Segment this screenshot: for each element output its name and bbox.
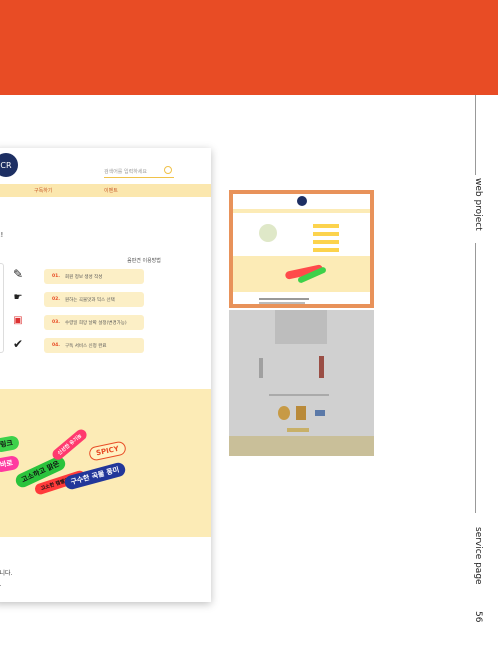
side-label-service-page: service page [473,527,483,585]
top-color-band [0,0,498,95]
footer-text: 습니다. 요. [0,570,13,588]
mockup-nav-bar: 구독하기 이벤트 [0,184,211,197]
mini-step [313,232,339,236]
portfolio-page: CR 검색어를 입력하세요 구독하기 이벤트 요! 음판견 이용방법 ✎ 01.… [0,0,498,646]
nav-item-event[interactable]: 이벤트 [104,187,118,194]
step-item: 03. 수령일 희망 날짜 설정(변경가능) [44,315,144,330]
page-thumbnail[interactable] [229,310,374,456]
side-label-web-project: web project [473,178,483,231]
mini-sticker-banner [233,256,370,292]
sticker: 신선한 유기농 [50,426,90,463]
divider [475,95,476,175]
mini-step [313,248,339,252]
sticker: 바로 [0,454,20,474]
sticker: 구수한 곡물 풍미 [63,461,127,491]
page-thumbnail-highlighted[interactable] [229,190,374,308]
process-title: 음판견 이용방법 [127,258,161,264]
search-icon[interactable] [164,166,172,174]
calendar-icon: ▣ [13,315,23,326]
brand-logo [297,196,307,206]
mini-step [313,224,339,228]
pencil-icon: ✎ [12,267,24,281]
illustration-box [0,263,4,353]
section-heading: 요! [0,231,4,239]
sticker: SPICY [87,440,128,462]
step-item: 01. 회원 정보 생성 작성 [44,269,144,284]
page-number: 56 [473,611,483,623]
nav-item-subscribe[interactable]: 구독하기 [34,187,52,194]
step-item: 04. 구독 서비스 신청 완료 [44,338,144,353]
mini-step [313,240,339,244]
check-icon: ✔ [12,337,24,351]
mini-nav-bar [233,209,370,213]
product-image [275,310,327,344]
thumbnail-image [259,224,277,242]
web-mockup-preview: CR 검색어를 입력하세요 구독하기 이벤트 요! 음판견 이용방법 ✎ 01.… [0,148,211,602]
step-item: 02. 원하는 곡물맛과 믹스 선택 [44,292,144,307]
divider [475,243,476,513]
hand-icon: ☛ [13,292,23,303]
sticker: 링크 [0,434,20,454]
brand-logo: CR [0,153,18,177]
sticker-banner: 링크 바로 고소하고 맑은 신선한 유기농 SPICY 고소한 캠벨의 단맛 구… [0,389,211,537]
